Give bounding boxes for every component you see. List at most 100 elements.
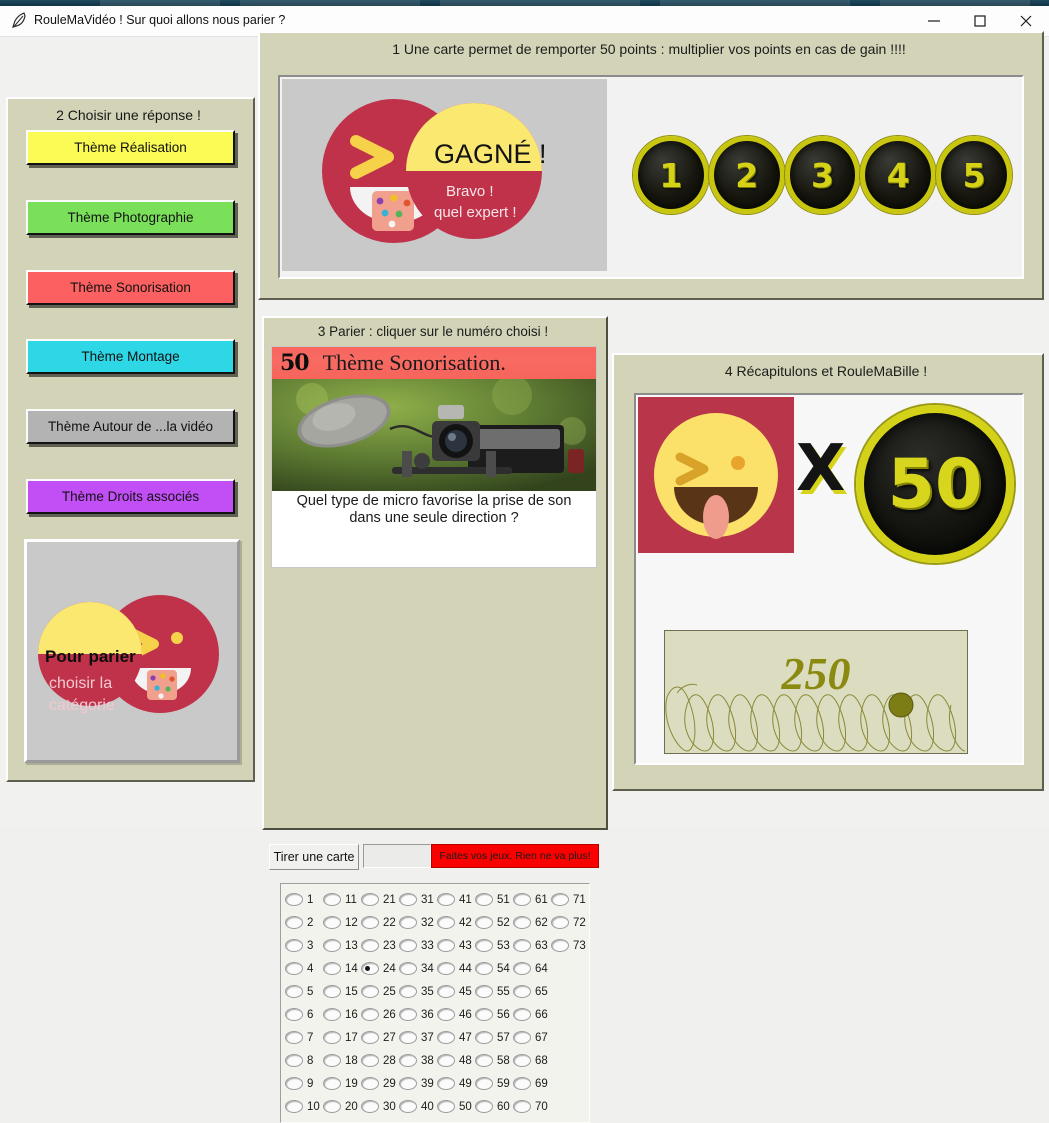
number-option-10[interactable]: 10 <box>285 1100 323 1113</box>
number-option-38[interactable]: 38 <box>399 1054 437 1067</box>
number-option-42[interactable]: 42 <box>437 916 475 929</box>
radio-9[interactable] <box>285 1077 303 1090</box>
radio-54[interactable] <box>475 962 493 975</box>
number-option-8[interactable]: 8 <box>285 1054 323 1067</box>
radio-10[interactable] <box>285 1100 303 1113</box>
token-1[interactable]: 1 <box>633 136 709 214</box>
number-option-48[interactable]: 48 <box>437 1054 475 1067</box>
radio-57[interactable] <box>475 1031 493 1044</box>
number-option-65[interactable]: 65 <box>513 985 551 998</box>
number-option-70[interactable]: 70 <box>513 1100 551 1113</box>
number-option-73[interactable]: 73 <box>551 939 589 952</box>
radio-49[interactable] <box>437 1077 455 1090</box>
number-option-54[interactable]: 54 <box>475 962 513 975</box>
radio-70[interactable] <box>513 1100 531 1113</box>
number-option-19[interactable]: 19 <box>323 1077 361 1090</box>
radio-73[interactable] <box>551 939 569 952</box>
token-4[interactable]: 4 <box>860 136 937 214</box>
radio-16[interactable] <box>323 1008 341 1021</box>
radio-11[interactable] <box>323 893 341 906</box>
radio-61[interactable] <box>513 893 531 906</box>
number-option-13[interactable]: 13 <box>323 939 361 952</box>
number-option-66[interactable]: 66 <box>513 1008 551 1021</box>
radio-38[interactable] <box>399 1054 417 1067</box>
radio-1[interactable] <box>285 893 303 906</box>
number-option-9[interactable]: 9 <box>285 1077 323 1090</box>
radio-29[interactable] <box>361 1077 379 1090</box>
radio-45[interactable] <box>437 985 455 998</box>
radio-43[interactable] <box>437 939 455 952</box>
number-option-1[interactable]: 1 <box>285 893 323 906</box>
number-option-62[interactable]: 62 <box>513 916 551 929</box>
number-option-5[interactable]: 5 <box>285 985 323 998</box>
number-option-52[interactable]: 52 <box>475 916 513 929</box>
radio-28[interactable] <box>361 1054 379 1067</box>
radio-56[interactable] <box>475 1008 493 1021</box>
theme-button-photographie[interactable]: Thème Photographie <box>26 200 235 235</box>
number-option-6[interactable]: 6 <box>285 1008 323 1021</box>
number-option-2[interactable]: 2 <box>285 916 323 929</box>
number-option-23[interactable]: 23 <box>361 939 399 952</box>
radio-59[interactable] <box>475 1077 493 1090</box>
radio-19[interactable] <box>323 1077 341 1090</box>
number-option-20[interactable]: 20 <box>323 1100 361 1113</box>
radio-46[interactable] <box>437 1008 455 1021</box>
number-option-36[interactable]: 36 <box>399 1008 437 1021</box>
number-option-49[interactable]: 49 <box>437 1077 475 1090</box>
radio-39[interactable] <box>399 1077 417 1090</box>
number-option-3[interactable]: 3 <box>285 939 323 952</box>
number-option-45[interactable]: 45 <box>437 985 475 998</box>
number-option-50[interactable]: 50 <box>437 1100 475 1113</box>
number-radio-grid[interactable]: 1 11 21 31 41 51 61 71 2 12 22 32 42 52 62 72 3 13 23 33 43 5… <box>280 883 590 1123</box>
radio-20[interactable] <box>323 1100 341 1113</box>
radio-64[interactable] <box>513 962 531 975</box>
number-option-16[interactable]: 16 <box>323 1008 361 1021</box>
radio-3[interactable] <box>285 939 303 952</box>
radio-41[interactable] <box>437 893 455 906</box>
radio-65[interactable] <box>513 985 531 998</box>
radio-34[interactable] <box>399 962 417 975</box>
radio-35[interactable] <box>399 985 417 998</box>
number-option-11[interactable]: 11 <box>323 893 361 906</box>
radio-7[interactable] <box>285 1031 303 1044</box>
draw-card-button[interactable]: Tirer une carte <box>269 844 359 870</box>
radio-26[interactable] <box>361 1008 379 1021</box>
theme-button-sonorisation[interactable]: Thème Sonorisation <box>26 270 235 305</box>
number-option-15[interactable]: 15 <box>323 985 361 998</box>
radio-31[interactable] <box>399 893 417 906</box>
number-option-59[interactable]: 59 <box>475 1077 513 1090</box>
number-option-40[interactable]: 40 <box>399 1100 437 1113</box>
radio-72[interactable] <box>551 916 569 929</box>
number-option-69[interactable]: 69 <box>513 1077 551 1090</box>
radio-42[interactable] <box>437 916 455 929</box>
number-option-43[interactable]: 43 <box>437 939 475 952</box>
radio-53[interactable] <box>475 939 493 952</box>
number-option-35[interactable]: 35 <box>399 985 437 998</box>
number-option-17[interactable]: 17 <box>323 1031 361 1044</box>
radio-48[interactable] <box>437 1054 455 1067</box>
radio-33[interactable] <box>399 939 417 952</box>
radio-44[interactable] <box>437 962 455 975</box>
number-option-27[interactable]: 27 <box>361 1031 399 1044</box>
number-option-46[interactable]: 46 <box>437 1008 475 1021</box>
radio-13[interactable] <box>323 939 341 952</box>
radio-68[interactable] <box>513 1054 531 1067</box>
radio-6[interactable] <box>285 1008 303 1021</box>
radio-2[interactable] <box>285 916 303 929</box>
number-option-33[interactable]: 33 <box>399 939 437 952</box>
token-5[interactable]: 5 <box>936 136 1012 214</box>
number-option-26[interactable]: 26 <box>361 1008 399 1021</box>
radio-5[interactable] <box>285 985 303 998</box>
number-option-39[interactable]: 39 <box>399 1077 437 1090</box>
number-option-32[interactable]: 32 <box>399 916 437 929</box>
theme-button-droits-associes[interactable]: Thème Droits associés <box>26 479 235 514</box>
radio-15[interactable] <box>323 985 341 998</box>
number-option-68[interactable]: 68 <box>513 1054 551 1067</box>
number-option-60[interactable]: 60 <box>475 1100 513 1113</box>
radio-69[interactable] <box>513 1077 531 1090</box>
number-option-29[interactable]: 29 <box>361 1077 399 1090</box>
radio-18[interactable] <box>323 1054 341 1067</box>
radio-51[interactable] <box>475 893 493 906</box>
number-option-37[interactable]: 37 <box>399 1031 437 1044</box>
radio-67[interactable] <box>513 1031 531 1044</box>
